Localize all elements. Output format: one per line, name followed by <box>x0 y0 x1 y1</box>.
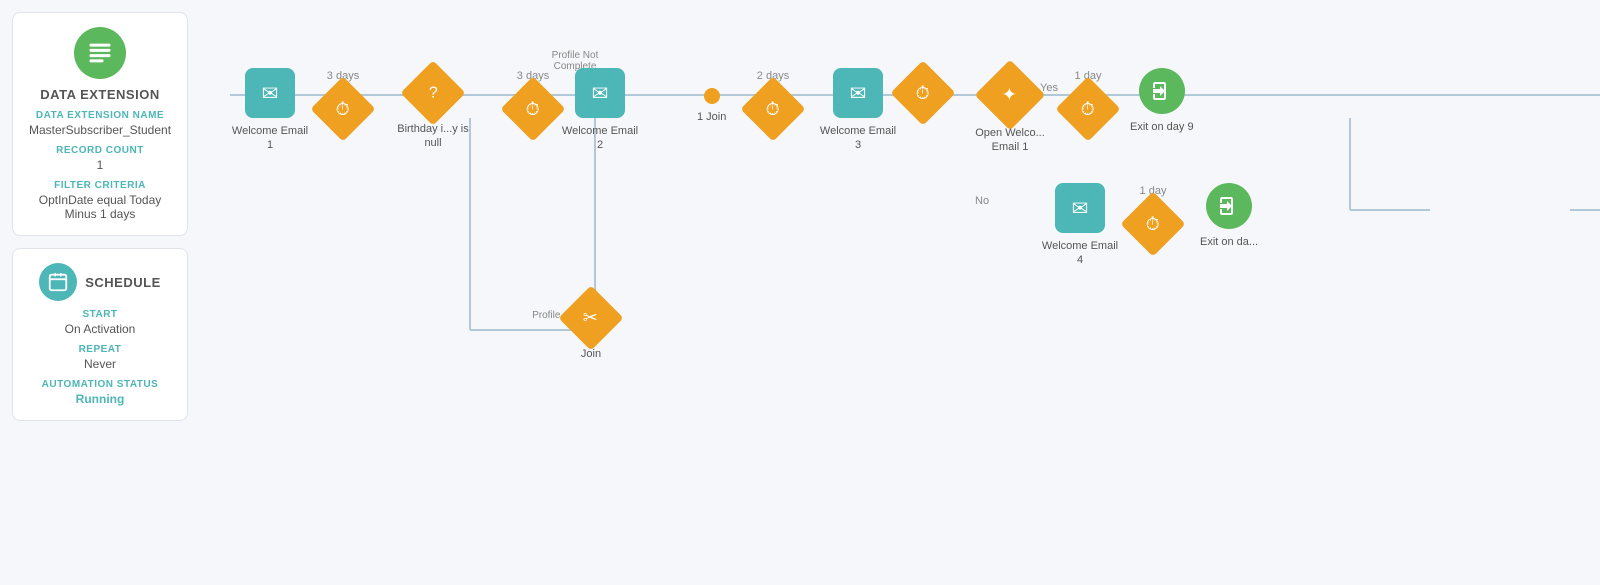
opencheck-icon: ✦ <box>975 60 1046 131</box>
email2-node[interactable]: ✉ Welcome Email 2 <box>560 68 640 153</box>
no-label: No <box>975 195 989 207</box>
de-name-value: MasterSubscriber_Student <box>25 123 175 137</box>
email2-icon: ✉ <box>575 68 625 118</box>
repeat-label: REPEAT <box>25 344 175 355</box>
joindot-icon <box>704 88 720 104</box>
email4-label: Welcome Email 4 <box>1040 239 1120 268</box>
start-label: START <box>25 309 175 320</box>
decision1-icon: ? <box>400 60 465 125</box>
exit2-node[interactable]: Exit on da... <box>1200 183 1258 249</box>
wait6-node[interactable]: 1 day ⏱ <box>1130 185 1176 247</box>
filter-value: OptInDate equal Today Minus 1 days <box>25 193 175 221</box>
wait4-diamond: ⏱ <box>890 60 955 125</box>
data-extension-icon <box>74 27 126 79</box>
schedule-icon <box>39 263 77 301</box>
email4-node[interactable]: ✉ Welcome Email 4 <box>1040 183 1120 268</box>
email3-label: Welcome Email 3 <box>818 124 898 153</box>
joindot-label: 1 Join <box>697 110 726 124</box>
decision1-node[interactable]: ? Birthday i...y is null <box>393 70 473 151</box>
wait1-node[interactable]: 3 days ⏱ <box>320 70 366 132</box>
exit2-label: Exit on da... <box>1200 235 1258 249</box>
wait3-diamond: ⏱ <box>740 76 805 141</box>
schedule-title: Schedule <box>85 275 161 290</box>
opencheck-label: Open Welco... Email 1 <box>970 126 1050 155</box>
joindot-node: 1 Join <box>697 88 726 124</box>
wait5-diamond: ⏱ <box>1055 76 1120 141</box>
wait2-diamond: ⏱ <box>500 76 565 141</box>
email4-icon: ✉ <box>1055 183 1105 233</box>
wait4-node[interactable]: ⏱ <box>900 70 946 116</box>
exit1-icon <box>1139 68 1185 114</box>
email1-icon: ✉ <box>245 68 295 118</box>
decision1-label: Birthday i...y is null <box>393 122 473 151</box>
filter-label: FILTER CRITERIA <box>25 180 175 191</box>
repeat-value: Never <box>25 357 175 371</box>
de-name-label: DATA EXTENSION NAME <box>25 110 175 121</box>
automation-status-label: AUTOMATION STATUS <box>25 379 175 390</box>
automation-status-value: Running <box>25 392 175 406</box>
main-container: DATA EXTENSION DATA EXTENSION NAME Maste… <box>0 0 1600 585</box>
left-panel: DATA EXTENSION DATA EXTENSION NAME Maste… <box>0 0 200 585</box>
exit2-icon <box>1206 183 1252 229</box>
data-extension-title: DATA EXTENSION <box>25 87 175 102</box>
record-count-value: 1 <box>25 158 175 172</box>
email3-node[interactable]: ✉ Welcome Email 3 <box>818 68 898 153</box>
wait3-node[interactable]: 2 days ⏱ <box>750 70 796 132</box>
wait6-diamond: ⏱ <box>1120 191 1185 256</box>
opencheck-node[interactable]: ✦ Open Welco... Email 1 <box>970 70 1050 155</box>
schedule-card: Schedule START On Activation REPEAT Neve… <box>12 248 188 421</box>
join-node[interactable]: ✂ Join <box>568 295 614 361</box>
wait5-node[interactable]: 1 day ⏱ <box>1065 70 1111 132</box>
data-extension-card: DATA EXTENSION DATA EXTENSION NAME Maste… <box>12 12 188 236</box>
exit1-node[interactable]: Exit on day 9 <box>1130 68 1194 134</box>
wait2-node[interactable]: 3 days ⏱ <box>510 70 556 132</box>
join-icon: ✂ <box>558 285 623 350</box>
start-value: On Activation <box>25 322 175 336</box>
email1-label: Welcome Email 1 <box>230 124 310 153</box>
exit1-label: Exit on day 9 <box>1130 120 1194 134</box>
flow-area: ✉ Welcome Email 1 3 days ⏱ ? Birthday i.… <box>200 0 1600 585</box>
wait1-diamond: ⏱ <box>310 76 375 141</box>
email2-label: Welcome Email 2 <box>560 124 640 153</box>
record-count-label: RECORD COUNT <box>25 145 175 156</box>
email3-icon: ✉ <box>833 68 883 118</box>
email1-node[interactable]: ✉ Welcome Email 1 <box>230 68 310 153</box>
yes-label: Yes <box>1040 82 1058 94</box>
flow-canvas: ✉ Welcome Email 1 3 days ⏱ ? Birthday i.… <box>200 0 1600 585</box>
